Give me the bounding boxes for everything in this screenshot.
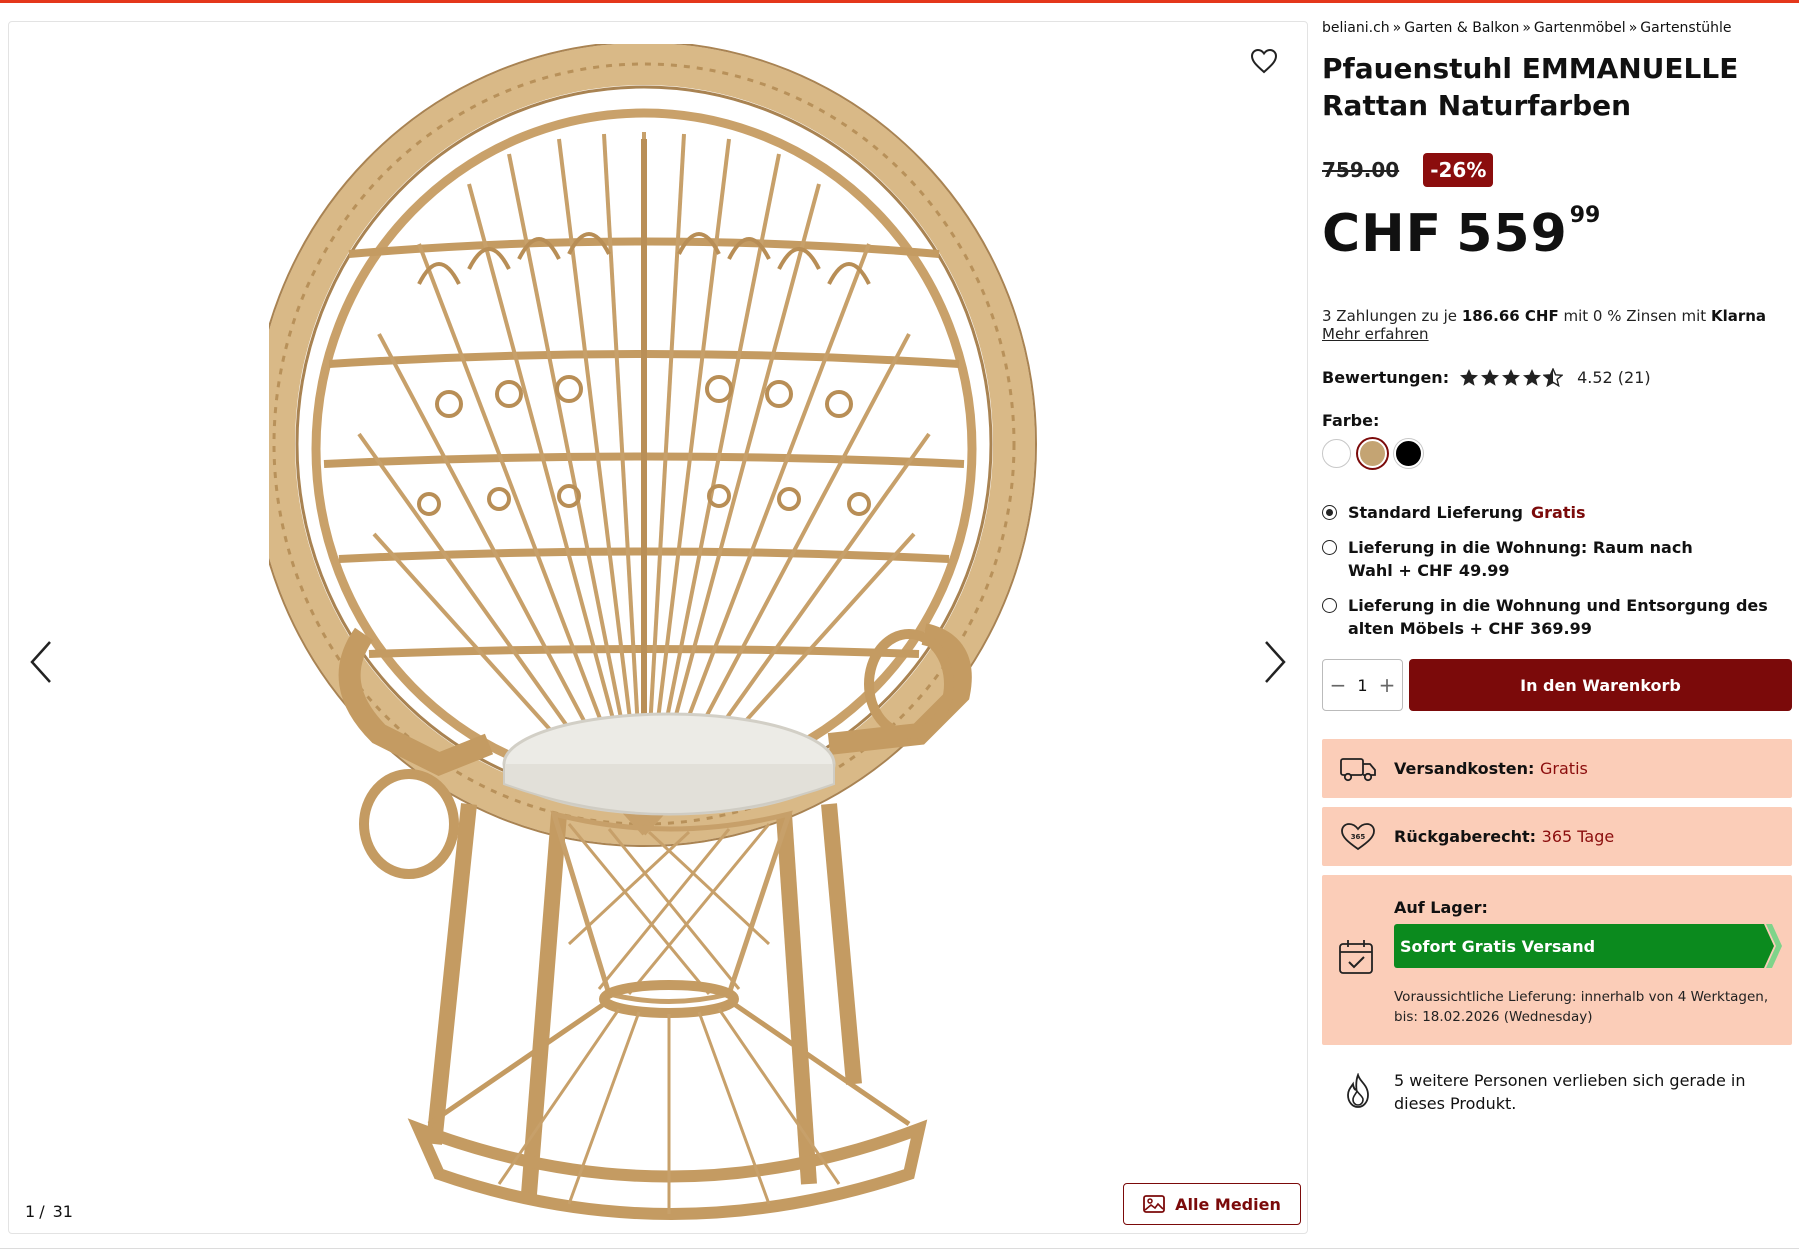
- rating-stars[interactable]: [1459, 367, 1564, 387]
- product-gallery: 1/ 31 Alle Medien: [8, 21, 1308, 1234]
- delivery-option-label: Lieferung in die Wohnung: Raum nach Wahl…: [1348, 538, 1693, 580]
- quantity-increase-plus-icon[interactable]: +: [1378, 675, 1396, 695]
- breadcrumb-item-garden-furniture[interactable]: Gartenmöbel: [1534, 20, 1626, 36]
- add-to-cart-button[interactable]: In den Warenkorb: [1409, 659, 1792, 711]
- delivery-option-standard[interactable]: Standard Lieferung Gratis: [1322, 501, 1792, 524]
- breadcrumb-item-home[interactable]: beliani.ch: [1322, 20, 1390, 36]
- breadcrumb-separator: »: [1392, 20, 1402, 36]
- rating-score[interactable]: 4.52 (21): [1577, 368, 1651, 387]
- current-price: CHF 559 99: [1322, 203, 1792, 264]
- all-media-button[interactable]: Alle Medien: [1123, 1183, 1301, 1225]
- installments-suffix: mit 0 % Zinsen mit: [1558, 307, 1711, 325]
- installments-prefix: 3 Zahlungen zu je: [1322, 307, 1462, 325]
- all-media-label: Alle Medien: [1175, 1194, 1281, 1214]
- delivery-option-free-tag: Gratis: [1531, 503, 1586, 522]
- social-proof: 5 weitere Personen verlieben sich gerade…: [1322, 1069, 1792, 1115]
- star-half-icon: [1543, 367, 1564, 387]
- rating-label: Bewertungen:: [1322, 367, 1450, 387]
- learn-more-link[interactable]: Mehr erfahren: [1322, 325, 1792, 343]
- color-label: Farbe:: [1322, 411, 1380, 430]
- image-gallery-icon: [1143, 1195, 1166, 1213]
- next-image-chevron-right-icon[interactable]: [1255, 632, 1295, 692]
- bottom-divider: [0, 1248, 1799, 1249]
- breadcrumb-item-garden-chairs[interactable]: Gartenstühle: [1640, 20, 1731, 36]
- radio-disposal-delivery[interactable]: [1322, 598, 1337, 613]
- installments-provider: Klarna: [1710, 307, 1767, 325]
- delivery-option-room-of-choice[interactable]: Lieferung in die Wohnung: Raum nach Wahl…: [1322, 536, 1792, 582]
- breadcrumb-item-garden[interactable]: Garten & Balkon: [1404, 20, 1519, 36]
- price-main: 559: [1456, 204, 1568, 264]
- heart-return-icon: 365: [1336, 822, 1380, 852]
- star-full-icon: [1502, 368, 1521, 386]
- breadcrumb-separator: »: [1628, 20, 1638, 36]
- discount-badge: -26%: [1423, 153, 1494, 187]
- previous-image-chevron-left-icon[interactable]: [21, 632, 61, 692]
- social-proof-text: 5 weitere Personen verlieben sich gerade…: [1394, 1071, 1746, 1113]
- shipping-cost-label: Versandkosten:: [1394, 759, 1535, 778]
- top-accent-line: [0, 0, 1799, 3]
- color-swatch-natural[interactable]: [1358, 439, 1387, 468]
- product-image[interactable]: [269, 44, 1049, 1224]
- estimated-delivery: Voraussichtliche Lieferung: innerhalb vo…: [1394, 989, 1769, 1025]
- breadcrumb: beliani.ch» Garten & Balkon» Gartenmöbel» G…: [1322, 20, 1792, 36]
- star-full-icon: [1523, 368, 1542, 386]
- return-policy-box: 365 Rückgaberecht: 365 Tage: [1322, 807, 1792, 866]
- delivery-option-label: Lieferung in die Wohnung und Entsorgung …: [1348, 596, 1768, 638]
- star-full-icon: [1460, 368, 1479, 386]
- chevron-arrow-icon: [1750, 924, 1782, 968]
- color-swatch-black[interactable]: [1394, 439, 1423, 468]
- price-currency: CHF: [1322, 204, 1443, 264]
- image-counter: 1/ 31: [25, 1202, 73, 1221]
- star-full-icon: [1481, 368, 1500, 386]
- in-stock-label: Auf Lager:: [1394, 898, 1488, 917]
- old-price: 759.00: [1322, 158, 1400, 182]
- breadcrumb-separator: »: [1522, 20, 1531, 36]
- image-counter-current: 1: [25, 1202, 36, 1221]
- product-info-panel: beliani.ch» Garten & Balkon» Gartenmöbel» G…: [1322, 20, 1792, 1115]
- return-policy-value: 365 Tage: [1541, 827, 1615, 846]
- price-cents: 99: [1569, 203, 1601, 228]
- return-policy-label: Rückgaberecht:: [1394, 827, 1537, 846]
- color-swatches: [1322, 439, 1792, 468]
- quantity-value[interactable]: 1: [1357, 676, 1367, 695]
- quantity-decrease-minus-icon[interactable]: −: [1329, 675, 1347, 695]
- delivery-option-label: Standard Lieferung: [1348, 503, 1523, 522]
- installments-info: 3 Zahlungen zu je 186.66 CHF mit 0 % Zin…: [1322, 308, 1792, 325]
- color-swatch-white[interactable]: [1322, 439, 1351, 468]
- product-title: Pfauenstuhl EMMANUELLE Rattan Naturfarbe…: [1322, 52, 1739, 122]
- installments-amount: 186.66 CHF: [1461, 307, 1559, 325]
- stock-status-box: Auf Lager: Sofort Gratis Versand Vorauss…: [1322, 875, 1792, 1045]
- delivery-truck-icon: [1336, 755, 1380, 783]
- delivery-option-with-disposal[interactable]: Lieferung in die Wohnung und Entsorgung …: [1322, 594, 1792, 640]
- flame-icon: [1336, 1073, 1380, 1109]
- stock-badge: Sofort Gratis Versand: [1394, 924, 1782, 968]
- add-to-cart-row: − 1 + In den Warenkorb: [1322, 659, 1792, 711]
- stock-badge-text: Sofort Gratis Versand: [1394, 924, 1754, 968]
- rating-row: Bewertungen: 4.52 (21): [1322, 365, 1792, 389]
- image-counter-total: 31: [52, 1202, 73, 1221]
- shipping-cost-box: Versandkosten: Gratis: [1322, 739, 1792, 798]
- return-days-icon-text: 365: [1351, 833, 1366, 841]
- radio-room-delivery[interactable]: [1322, 540, 1337, 555]
- delivery-options: Standard Lieferung Gratis Lieferung in di…: [1322, 501, 1792, 640]
- old-price-row: 759.00 -26%: [1322, 152, 1792, 188]
- radio-standard-delivery[interactable]: [1322, 505, 1337, 520]
- image-counter-separator: /: [39, 1202, 45, 1221]
- quantity-stepper: − 1 +: [1322, 659, 1403, 711]
- add-to-wishlist-heart-icon[interactable]: [1247, 44, 1281, 78]
- shipping-cost-value: Gratis: [1540, 759, 1588, 778]
- calendar-check-icon: [1334, 938, 1378, 976]
